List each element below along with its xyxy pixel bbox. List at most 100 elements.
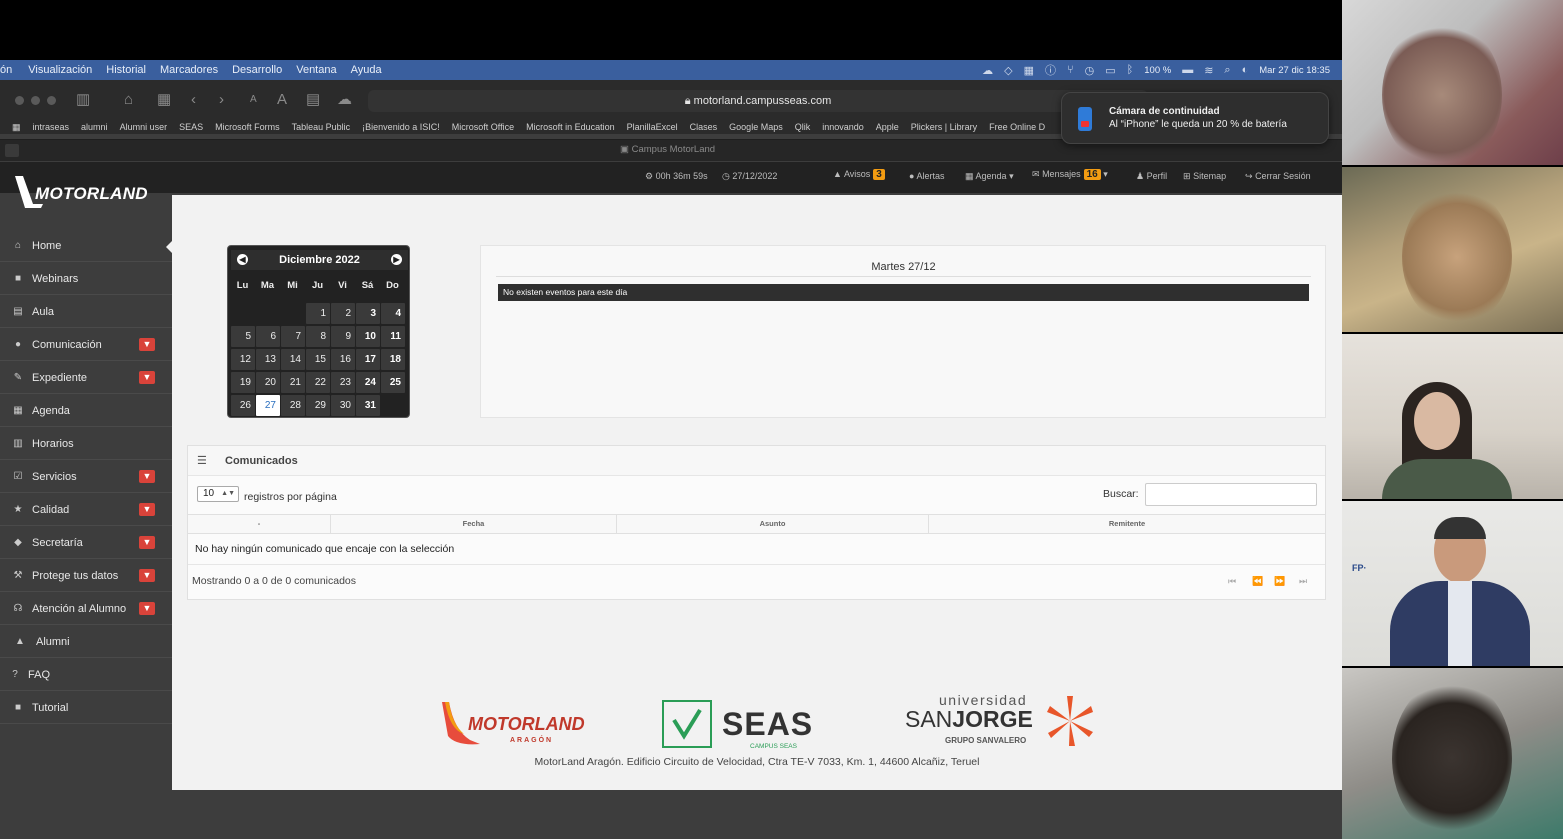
calendar-day[interactable]: 15 xyxy=(306,349,330,370)
calendar-day[interactable]: 29 xyxy=(306,395,330,416)
expand-chevron-icon[interactable]: ▼ xyxy=(139,371,155,384)
avisos-button[interactable]: ▲ Avisos 3 xyxy=(833,169,885,180)
sidebar-item-webinars[interactable]: ■ Webinars xyxy=(0,263,172,295)
search-input[interactable] xyxy=(1145,483,1317,506)
calendar-day[interactable]: 25 xyxy=(381,372,405,393)
calendar-day[interactable]: 9 xyxy=(331,326,355,347)
calendar-day[interactable]: 7 xyxy=(281,326,305,347)
grid-icon[interactable]: ▦ xyxy=(1024,64,1034,77)
last-page-icon[interactable]: ⏭ xyxy=(1299,576,1307,587)
motorland-logo[interactable]: MOTORLAND xyxy=(13,170,163,210)
bookmark-item[interactable]: Plickers | Library xyxy=(911,122,977,132)
calendar-day[interactable]: 10 xyxy=(356,326,380,347)
search-icon[interactable]: ⌕ xyxy=(1224,64,1230,77)
back-icon[interactable]: ‹ xyxy=(191,90,196,110)
calendar-day[interactable]: 5 xyxy=(231,326,255,347)
participant-video-tile[interactable] xyxy=(1342,0,1563,165)
calendar-day[interactable]: 13 xyxy=(256,349,280,370)
fork-icon[interactable]: ⑂ xyxy=(1067,64,1074,76)
clock-icon[interactable]: ◷ xyxy=(1085,64,1095,77)
cloud-icon[interactable]: ☁ xyxy=(337,90,352,110)
info-icon[interactable]: ⓘ xyxy=(1045,62,1056,78)
bookmark-item[interactable]: Google Maps xyxy=(729,122,783,132)
menu-item-view[interactable]: Visualización xyxy=(28,64,92,76)
perfil-button[interactable]: ♟ Perfil xyxy=(1136,171,1167,182)
first-page-icon[interactable]: ⏮ xyxy=(1228,576,1236,587)
bookmark-item[interactable]: Qlik xyxy=(795,122,811,132)
calendar-next-icon[interactable]: ▶ xyxy=(391,254,402,265)
calendar-day[interactable]: 8 xyxy=(306,326,330,347)
calendar-day[interactable]: 26 xyxy=(231,395,255,416)
page-size-select[interactable]: 10 ▲▼ xyxy=(197,486,239,502)
menu-item-history[interactable]: Historial xyxy=(106,64,146,76)
text-larger-icon[interactable]: A xyxy=(277,90,287,110)
bookmark-item[interactable]: Alumni user xyxy=(120,122,168,132)
wifi-icon[interactable]: ≋ xyxy=(1204,64,1213,77)
logout-button[interactable]: ↪ Cerrar Sesión xyxy=(1245,171,1311,182)
expand-chevron-icon[interactable]: ▼ xyxy=(139,536,155,549)
sidebar-item-expediente[interactable]: ✎ Expediente ▼ xyxy=(0,362,172,394)
bookmark-item[interactable]: Microsoft Office xyxy=(452,122,514,132)
menubar-clock[interactable]: Mar 27 dic 18:35 xyxy=(1259,65,1330,76)
calendar-day[interactable]: 1 xyxy=(306,303,330,324)
menu-item-develop[interactable]: Desarrollo xyxy=(232,64,282,76)
bookmarks-grid-icon[interactable]: ▦ xyxy=(12,122,21,133)
bookmark-item[interactable]: Tableau Public xyxy=(292,122,351,132)
agenda-dropdown[interactable]: ▦ Agenda ▾ xyxy=(965,171,1014,182)
column-header-fecha[interactable]: Fecha xyxy=(331,515,617,533)
window-close-button[interactable] xyxy=(15,96,24,105)
menu-item-file[interactable]: ón xyxy=(0,64,12,76)
calendar-day[interactable]: 28 xyxy=(281,395,305,416)
participant-video-tile[interactable] xyxy=(1342,167,1563,332)
menu-item-bookmarks[interactable]: Marcadores xyxy=(160,64,218,76)
bookmark-item[interactable]: Microsoft Forms xyxy=(215,122,280,132)
sidebar-item-aula[interactable]: ▤ Aula xyxy=(0,296,172,328)
calendar-day[interactable]: 14 xyxy=(281,349,305,370)
previous-page-icon[interactable]: ⏪ xyxy=(1252,576,1263,587)
caret-down-icon[interactable]: ▾ xyxy=(1103,169,1108,179)
display-icon[interactable]: ▭ xyxy=(1105,64,1115,77)
bookmark-item[interactable]: ¡Bienvenido a ISIC! xyxy=(362,122,440,132)
bookmark-item[interactable]: Microsoft in Education xyxy=(526,122,615,132)
bookmark-item[interactable]: innovando xyxy=(822,122,864,132)
sidebar-item-tutorial[interactable]: ■ Tutorial xyxy=(0,692,172,724)
calendar-day[interactable]: 4 xyxy=(381,303,405,324)
participant-video-tile[interactable] xyxy=(1342,668,1563,839)
bookmark-item[interactable]: PlanillaExcel xyxy=(627,122,678,132)
column-header[interactable]: - xyxy=(188,515,331,533)
column-header-asunto[interactable]: Asunto xyxy=(617,515,929,533)
forward-icon[interactable]: › xyxy=(219,90,224,110)
dropbox-icon[interactable]: ◇ xyxy=(1004,64,1012,77)
continuity-camera-notification[interactable]: Cámara de continuidad Al “iPhone” le que… xyxy=(1061,92,1329,144)
print-icon[interactable]: ▤ xyxy=(306,90,320,110)
menu-item-help[interactable]: Ayuda xyxy=(351,64,382,76)
next-page-icon[interactable]: ⏩ xyxy=(1274,576,1285,587)
window-minimize-button[interactable] xyxy=(31,96,40,105)
calendar-day[interactable]: 18 xyxy=(381,349,405,370)
calendar-day[interactable]: 22 xyxy=(306,372,330,393)
sitemap-button[interactable]: ⊞ Sitemap xyxy=(1183,171,1226,182)
cloud-icon[interactable]: ☁ xyxy=(982,64,993,77)
home-icon[interactable]: ⌂ xyxy=(124,90,133,110)
text-smaller-icon[interactable]: A xyxy=(250,90,257,110)
sidebar-toggle-icon[interactable]: ▥ xyxy=(76,90,90,110)
address-bar[interactable]: 🔒︎ motorland.campusseas.com xyxy=(368,90,1148,112)
expand-chevron-icon[interactable]: ▼ xyxy=(139,569,155,582)
participant-video-tile[interactable] xyxy=(1342,334,1563,499)
calendar-day[interactable]: 16 xyxy=(331,349,355,370)
calendar-day[interactable]: 11 xyxy=(381,326,405,347)
bookmark-item[interactable]: Apple xyxy=(876,122,899,132)
calendar-day[interactable]: 30 xyxy=(331,395,355,416)
window-zoom-button[interactable] xyxy=(47,96,56,105)
expand-chevron-icon[interactable]: ▼ xyxy=(139,503,155,516)
calendar-day[interactable]: 19 xyxy=(231,372,255,393)
sidebar-item-secretaria[interactable]: ◆ Secretaría ▼ xyxy=(0,527,172,559)
alertas-button[interactable]: ● Alertas xyxy=(909,171,944,181)
calendar-day[interactable]: 21 xyxy=(281,372,305,393)
bookmark-item[interactable]: Clases xyxy=(690,122,718,132)
sidebar-item-atencion-al-alumno[interactable]: ☊ Atención al Alumno ▼ xyxy=(0,593,172,625)
bookmark-item[interactable]: alumni xyxy=(81,122,108,132)
calendar-day[interactable]: 12 xyxy=(231,349,255,370)
control-center-icon[interactable]: ◐ xyxy=(1242,64,1249,76)
menu-item-window[interactable]: Ventana xyxy=(296,64,336,76)
